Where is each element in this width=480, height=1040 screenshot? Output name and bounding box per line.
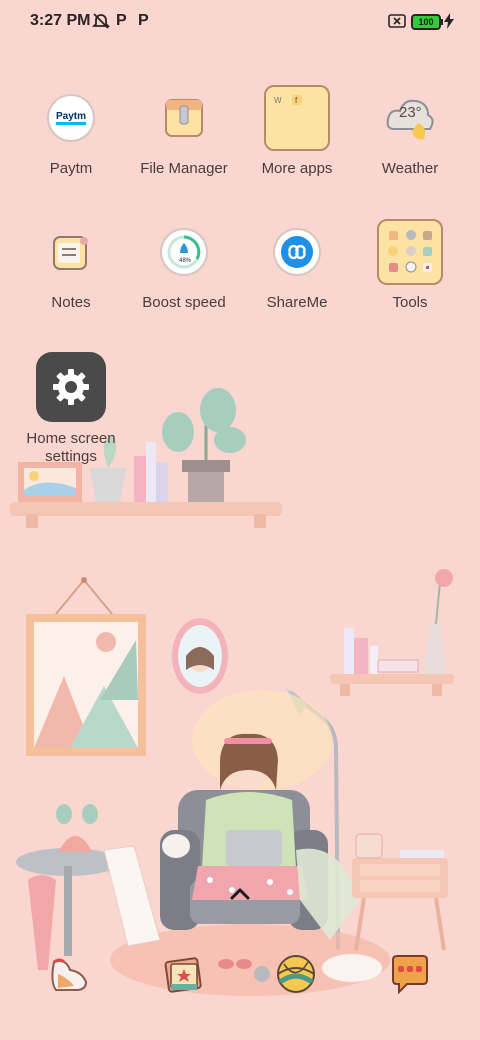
- app-notes[interactable]: Notes: [15, 226, 127, 312]
- app-weather[interactable]: 23° Weather: [354, 92, 466, 178]
- boost-percent: 48%: [179, 258, 192, 264]
- app-label: More apps: [261, 160, 333, 177]
- app-file-manager[interactable]: File Manager: [128, 92, 240, 178]
- notes-icon: [53, 236, 88, 270]
- mini-app-icon: W: [274, 96, 282, 105]
- gear-icon: [53, 369, 89, 405]
- settings-icon: [36, 352, 106, 422]
- yarn-ball-icon[interactable]: [274, 952, 318, 996]
- app-label: File Manager: [140, 160, 228, 177]
- folder-more-apps[interactable]: W f More apps: [241, 84, 353, 178]
- alarm-off-icon: [92, 12, 110, 30]
- folder-icon: W f: [264, 85, 330, 151]
- status-bar: 3:27 PM P P 100: [0, 0, 480, 44]
- paytm-icon: Paytm: [49, 96, 93, 140]
- sneaker-icon[interactable]: [48, 952, 92, 996]
- app-label: Boost speed: [142, 294, 226, 311]
- app-shareme[interactable]: ShareMe: [241, 226, 353, 312]
- svg-text:W: W: [274, 96, 282, 105]
- folder-tools[interactable]: Tools: [354, 218, 466, 312]
- battery-icon: 100: [411, 14, 443, 30]
- no-sim-icon: [388, 12, 406, 30]
- app-label: Weather: [381, 160, 439, 177]
- app-label: ShareMe: [266, 294, 328, 311]
- paytm-p-icon: P: [116, 12, 127, 29]
- rocket-icon: 48%: [162, 230, 206, 274]
- paytm-p-icon: P: [138, 12, 149, 29]
- home-screen-settings[interactable]: Home screen settings: [15, 352, 127, 466]
- chevron-up-icon[interactable]: [228, 884, 252, 904]
- folder-icon: [377, 219, 443, 285]
- mini-app-icon: f: [292, 95, 302, 105]
- app-label: Notes: [51, 294, 91, 311]
- charging-bolt-icon: [444, 12, 454, 30]
- message-bubble-icon[interactable]: [387, 952, 431, 996]
- shareme-icon: [275, 230, 319, 274]
- status-time: 3:27 PM: [30, 12, 91, 29]
- app-boost-speed[interactable]: 48% Boost speed: [128, 226, 240, 312]
- file-manager-icon: [165, 99, 203, 137]
- app-label: Paytm: [49, 160, 93, 177]
- app-label: Home screen settings: [26, 430, 116, 465]
- tools-grid-icon: [388, 230, 432, 273]
- app-paytm[interactable]: Paytm Paytm: [15, 92, 127, 178]
- photo-book-icon[interactable]: [161, 952, 205, 996]
- weather-temperature: 23°: [399, 104, 422, 121]
- app-label: Tools: [392, 294, 428, 311]
